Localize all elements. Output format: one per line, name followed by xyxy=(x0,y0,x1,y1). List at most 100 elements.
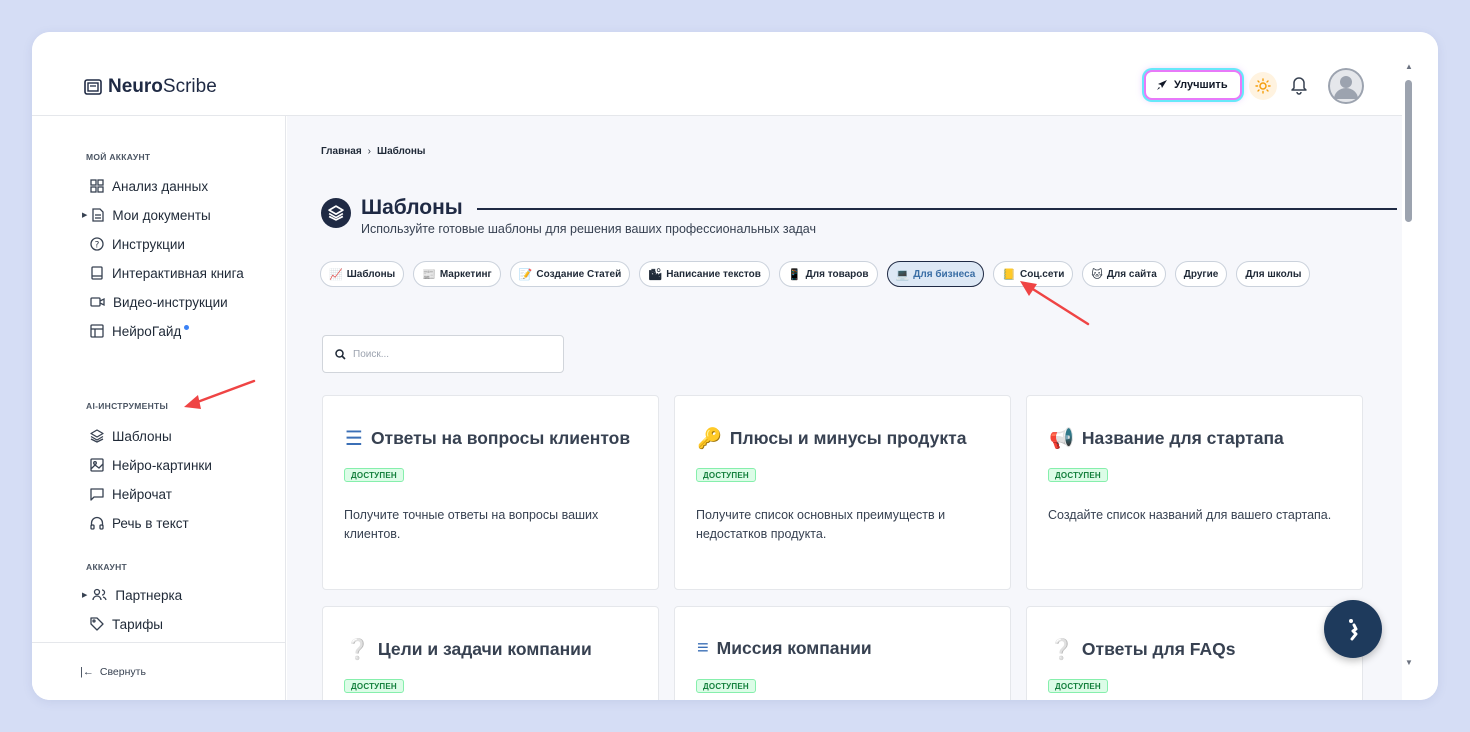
page-subtitle: Используйте готовые шаблоны для решения … xyxy=(361,222,816,236)
card-title: ❔ Ответы для FAQs xyxy=(1049,639,1236,661)
sidebar-item-templates[interactable]: Шаблоны xyxy=(90,426,172,446)
list-icon: ☰ xyxy=(345,428,363,450)
sidebar-item-label: Тарифы xyxy=(112,616,164,632)
sidebar-item-partner[interactable]: ▶ Партнерка xyxy=(82,585,182,605)
notifications-button[interactable] xyxy=(1290,75,1308,100)
city-icon: 🏙 xyxy=(648,268,663,281)
sidebar-item-neuro-images[interactable]: Нейро-картинки xyxy=(90,455,212,475)
annotation-arrow-icon xyxy=(184,379,256,409)
card-title: ≡ Миссия компании xyxy=(697,637,872,659)
section-title-my-account: МОЙ АККАУНТ xyxy=(86,152,151,162)
memo-icon: 📝 xyxy=(518,268,533,281)
search-input[interactable]: Поиск... xyxy=(322,335,564,373)
chat-bot-icon xyxy=(1349,619,1358,641)
search-icon xyxy=(335,348,346,360)
status-badge: ДОСТУПЕН xyxy=(1048,679,1108,693)
collapse-arrow-icon: |← xyxy=(80,665,94,678)
users-icon xyxy=(92,588,108,601)
scrollbar[interactable]: ▲ ▼ xyxy=(1402,32,1438,700)
sidebar-item-data-analysis[interactable]: Анализ данных xyxy=(90,176,208,196)
logo-text: Scribe xyxy=(162,76,217,97)
chip-school[interactable]: Для школы xyxy=(1236,261,1311,287)
section-title-account: АККАУНТ xyxy=(86,562,128,572)
chat-icon xyxy=(90,488,104,501)
chip-marketing[interactable]: 📰 Маркетинг xyxy=(413,261,501,287)
chip-other[interactable]: Другие xyxy=(1174,261,1228,287)
chip-templates[interactable]: 📈 Шаблоны xyxy=(320,261,405,287)
breadcrumb-current: Шаблоны xyxy=(377,146,426,157)
help-circle-icon: ? xyxy=(90,237,104,251)
chip-label: Другие xyxy=(1183,268,1219,280)
tag-icon xyxy=(90,617,104,631)
sidebar-item-neurochat[interactable]: Нейрочат xyxy=(90,484,172,504)
section-title-ai-tools: AI-ИНСТРУМЕНТЫ xyxy=(86,401,169,411)
megaphone-icon: 📢 xyxy=(1049,428,1074,450)
chip-label: Для сайта xyxy=(1106,268,1157,280)
phone-icon: 📱 xyxy=(787,268,802,281)
template-card[interactable]: ≡ Миссия компании ДОСТУПЕН xyxy=(674,606,1011,700)
breadcrumb-home-link[interactable]: Главная xyxy=(321,146,362,157)
card-description: Получите список основных преимуществ и н… xyxy=(696,508,946,541)
template-card[interactable]: 🔑 Плюсы и минусы продукта ДОСТУПЕН Получи… xyxy=(674,395,1011,590)
sidebar-item-label: Инструкции xyxy=(112,236,185,252)
chat-widget-button[interactable] xyxy=(1324,600,1382,658)
card-title: 🔑 Плюсы и минусы продукта xyxy=(697,428,967,450)
user-avatar-icon xyxy=(1328,68,1364,104)
title-divider xyxy=(477,208,1397,210)
caret-right-icon: ▶ xyxy=(82,212,88,219)
lines-icon: ≡ xyxy=(697,637,709,659)
card-title: ☰ Ответы на вопросы клиентов xyxy=(345,428,631,450)
chip-label: Маркетинг xyxy=(439,268,492,280)
sidebar-item-speech-to-text[interactable]: Речь в текст xyxy=(90,513,189,533)
sidebar-item-video-instructions[interactable]: Видео-инструкции xyxy=(90,292,228,312)
scrollbar-thumb[interactable] xyxy=(1405,80,1412,222)
collapse-sidebar-button[interactable]: |← Свернуть xyxy=(32,642,285,700)
sidebar-item-label: Нейро-картинки xyxy=(112,457,212,473)
annotation-arrow-icon xyxy=(1020,281,1090,326)
sidebar-item-label: Речь в текст xyxy=(112,515,189,531)
status-badge: ДОСТУПЕН xyxy=(344,468,404,482)
card-title: ❔ Цели и задачи компании xyxy=(345,639,592,661)
sidebar-item-interactive-book[interactable]: Интерактивная книга xyxy=(90,263,244,283)
logo-icon xyxy=(84,79,102,95)
template-card[interactable]: ❔ Цели и задачи компании ДОСТУПЕН xyxy=(322,606,659,700)
upgrade-label: Улучшить xyxy=(1174,79,1228,91)
newspaper-icon: 📰 xyxy=(422,268,436,281)
card-title: 📢 Название для стартапа xyxy=(1049,428,1284,450)
chip-label: Шаблоны xyxy=(346,268,396,280)
app-window: Neuro Scribe Улучшить МОЙ АККАУНТ Анализ… xyxy=(32,32,1438,700)
sidebar-item-neuroguide[interactable]: НейроГайд xyxy=(90,321,190,341)
template-card[interactable]: ❔ Ответы для FAQs ДОСТУПЕН xyxy=(1026,606,1363,700)
chip-products[interactable]: 📱 Для товаров xyxy=(778,261,878,287)
sidebar-item-label: Анализ данных xyxy=(112,178,209,194)
template-card[interactable]: ☰ Ответы на вопросы клиентов ДОСТУПЕН Пол… xyxy=(322,395,659,590)
laptop-icon: 💻 xyxy=(895,268,910,281)
sidebar-item-label: Шаблоны xyxy=(112,428,172,444)
logo-text-bold: Neuro xyxy=(108,76,163,97)
scroll-down-arrow-icon[interactable]: ▼ xyxy=(1402,658,1416,667)
bell-icon xyxy=(1291,77,1307,95)
chip-label: Создание Статей xyxy=(536,268,622,280)
main-content: Главная › Шаблоны Шаблоны Используйте гото… xyxy=(287,116,1402,700)
template-card[interactable]: 📢 Название для стартапа ДОСТУПЕН Создайте… xyxy=(1026,395,1363,590)
sidebar-item-label: Видео-инструкции xyxy=(113,294,228,310)
rocket-icon xyxy=(1157,80,1167,90)
scroll-up-arrow-icon[interactable]: ▲ xyxy=(1402,62,1416,71)
sidebar-item-label: Интерактивная книга xyxy=(112,265,244,281)
sidebar-item-my-documents[interactable]: ▶ Мои документы xyxy=(82,205,211,225)
sidebar-item-instructions[interactable]: ? Инструкции xyxy=(90,234,185,254)
chip-business[interactable]: 💻 Для бизнеса xyxy=(886,261,985,287)
sidebar-item-tariffs[interactable]: Тарифы xyxy=(90,614,163,634)
chip-articles[interactable]: 📝 Создание Статей xyxy=(509,261,631,287)
breadcrumb-separator: › xyxy=(367,146,372,157)
document-icon xyxy=(92,208,105,222)
upgrade-button[interactable]: Улучшить xyxy=(1144,70,1242,100)
logo[interactable]: Neuro Scribe xyxy=(84,76,217,98)
status-badge: ДОСТУПЕН xyxy=(696,679,756,693)
chip-copywriting[interactable]: 🏙 Написание текстов xyxy=(639,261,770,287)
breadcrumb: Главная › Шаблоны xyxy=(321,146,425,157)
status-badge: ДОСТУПЕН xyxy=(696,468,756,482)
avatar[interactable] xyxy=(1328,68,1364,104)
theme-toggle[interactable] xyxy=(1249,72,1277,100)
book-icon xyxy=(91,266,103,280)
